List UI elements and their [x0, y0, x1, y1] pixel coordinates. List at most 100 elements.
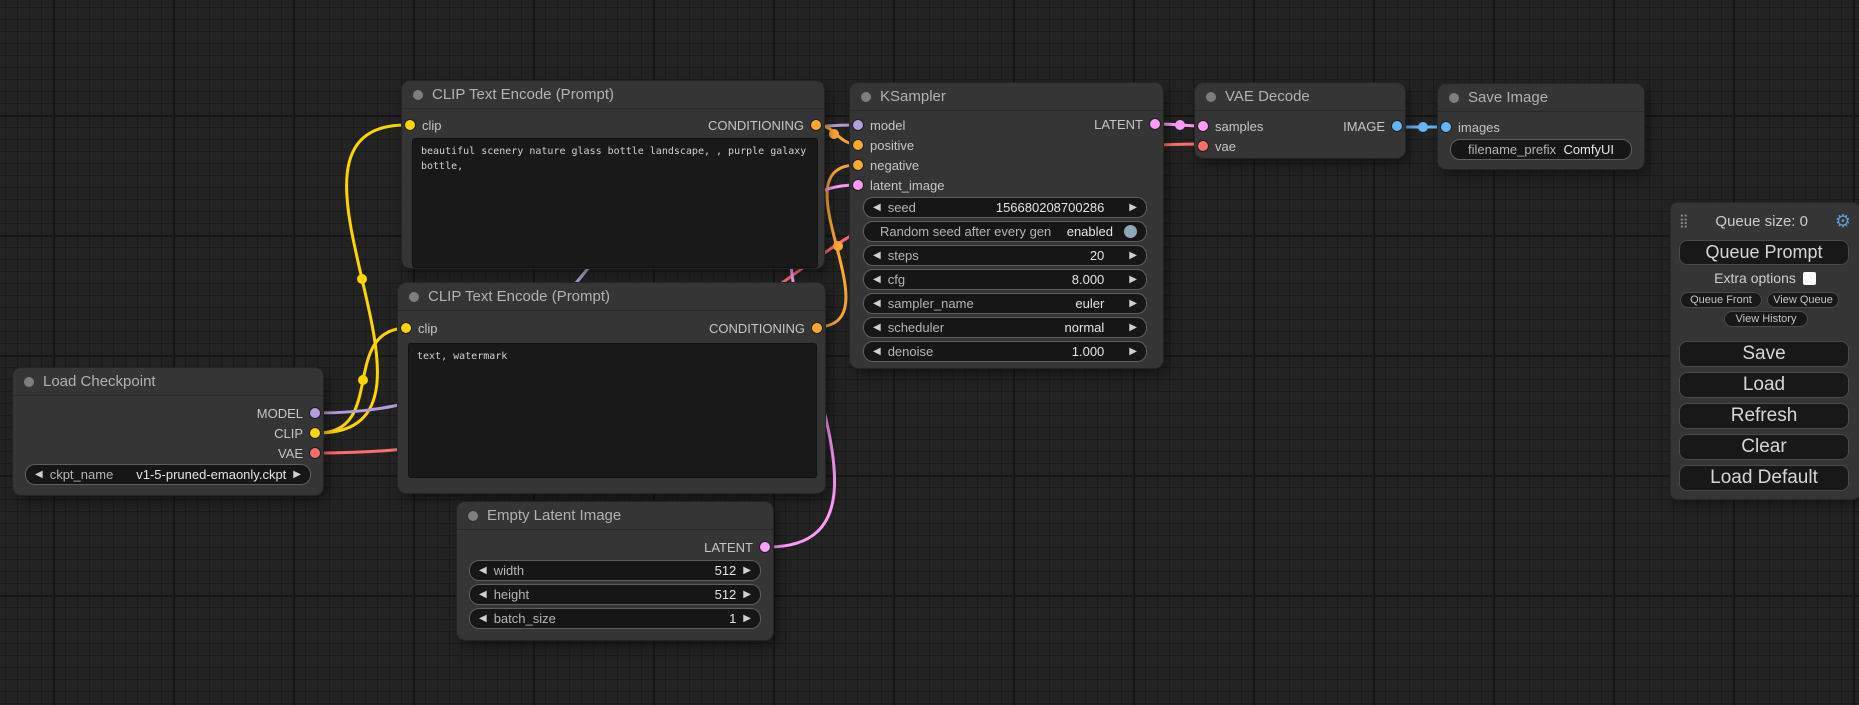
extra-options-checkbox[interactable] [1803, 272, 1816, 285]
node-title-bar[interactable]: CLIP Text Encode (Prompt) [402, 81, 824, 109]
model-port-icon[interactable] [310, 408, 320, 418]
vae-port-icon[interactable] [310, 448, 320, 458]
input-slot-clip[interactable]: clip [401, 318, 438, 338]
prev-arrow-icon[interactable]: ◀ [35, 470, 43, 480]
prev-arrow-icon[interactable]: ◀ [873, 203, 881, 213]
cfg-widget[interactable]: ◀ cfg 8.000 ▶ [863, 269, 1147, 290]
input-slot-negative[interactable]: negative [853, 155, 919, 175]
node-load-checkpoint[interactable]: Load Checkpoint MODEL CLIP VAE ◀ ckpt_na… [13, 368, 323, 495]
clip-port-icon[interactable] [401, 323, 411, 333]
output-slot-vae[interactable]: VAE [278, 443, 320, 463]
next-arrow-icon[interactable]: ▶ [743, 590, 751, 600]
filename-prefix-widget[interactable]: filename_prefix ComfyUI [1450, 139, 1632, 160]
input-slot-latent-image[interactable]: latent_image [853, 175, 944, 195]
next-arrow-icon[interactable]: ▶ [1129, 347, 1137, 357]
input-slot-images[interactable]: images [1441, 117, 1500, 137]
collapse-dot-icon[interactable] [413, 90, 423, 100]
node-title-bar[interactable]: VAE Decode [1195, 83, 1405, 111]
prev-arrow-icon[interactable]: ◀ [873, 275, 881, 285]
output-slot-image[interactable]: IMAGE [1343, 116, 1402, 136]
node-title-bar[interactable]: Load Checkpoint [13, 368, 323, 396]
width-widget[interactable]: ◀ width 512 ▶ [469, 560, 761, 581]
next-arrow-icon[interactable]: ▶ [1129, 275, 1137, 285]
conditioning-port-icon[interactable] [853, 160, 863, 170]
scheduler-widget[interactable]: ◀ scheduler normal ▶ [863, 317, 1147, 338]
conditioning-port-icon[interactable] [812, 323, 822, 333]
collapse-dot-icon[interactable] [861, 92, 871, 102]
node-clip-text-encode-positive[interactable]: CLIP Text Encode (Prompt) clip CONDITION… [402, 81, 824, 268]
output-slot-conditioning[interactable]: CONDITIONING [708, 115, 821, 135]
refresh-button[interactable]: Refresh [1679, 403, 1849, 429]
clip-port-icon[interactable] [405, 120, 415, 130]
prev-arrow-icon[interactable]: ◀ [873, 347, 881, 357]
queue-prompt-button[interactable]: Queue Prompt [1679, 240, 1849, 265]
prev-arrow-icon[interactable]: ◀ [479, 566, 487, 576]
collapse-dot-icon[interactable] [409, 292, 419, 302]
next-arrow-icon[interactable]: ▶ [293, 470, 301, 480]
output-slot-conditioning[interactable]: CONDITIONING [709, 318, 822, 338]
vae-port-icon[interactable] [1198, 141, 1208, 151]
node-canvas[interactable]: Load Checkpoint MODEL CLIP VAE ◀ ckpt_na… [0, 0, 1859, 705]
prev-arrow-icon[interactable]: ◀ [873, 251, 881, 261]
clip-port-icon[interactable] [310, 428, 320, 438]
latent-port-icon[interactable] [853, 180, 863, 190]
node-save-image[interactable]: Save Image images filename_prefix ComfyU… [1438, 84, 1644, 169]
collapse-dot-icon[interactable] [1449, 93, 1459, 103]
next-arrow-icon[interactable]: ▶ [1129, 203, 1137, 213]
next-arrow-icon[interactable]: ▶ [743, 566, 751, 576]
output-slot-clip[interactable]: CLIP [274, 423, 320, 443]
steps-widget[interactable]: ◀ steps 20 ▶ [863, 245, 1147, 266]
conditioning-port-icon[interactable] [811, 120, 821, 130]
save-button[interactable]: Save [1679, 341, 1849, 367]
collapse-dot-icon[interactable] [24, 377, 34, 387]
node-clip-text-encode-negative[interactable]: CLIP Text Encode (Prompt) clip CONDITION… [398, 283, 825, 493]
load-default-button[interactable]: Load Default [1679, 465, 1849, 491]
node-empty-latent-image[interactable]: Empty Latent Image LATENT ◀ width 512 ▶ … [457, 502, 773, 640]
queue-front-button[interactable]: Queue Front [1680, 292, 1762, 308]
prev-arrow-icon[interactable]: ◀ [479, 614, 487, 624]
next-arrow-icon[interactable]: ▶ [1129, 323, 1137, 333]
next-arrow-icon[interactable]: ▶ [1129, 251, 1137, 261]
model-port-icon[interactable] [853, 120, 863, 130]
view-queue-button[interactable]: View Queue [1767, 292, 1839, 308]
input-slot-vae[interactable]: vae [1198, 136, 1236, 156]
negative-prompt-textarea[interactable]: text, watermark [408, 343, 817, 478]
input-slot-model[interactable]: model [853, 115, 905, 135]
output-slot-model[interactable]: MODEL [257, 403, 320, 423]
positive-prompt-textarea[interactable]: beautiful scenery nature glass bottle la… [412, 138, 818, 268]
latent-port-icon[interactable] [760, 542, 770, 552]
sampler-name-widget[interactable]: ◀ sampler_name euler ▶ [863, 293, 1147, 314]
prev-arrow-icon[interactable]: ◀ [873, 299, 881, 309]
input-slot-positive[interactable]: positive [853, 135, 914, 155]
latent-port-icon[interactable] [1198, 121, 1208, 131]
random-seed-widget[interactable]: Random seed after every gen enabled [863, 221, 1147, 242]
collapse-dot-icon[interactable] [1206, 92, 1216, 102]
output-slot-latent[interactable]: LATENT [704, 537, 770, 557]
node-title-bar[interactable]: KSampler [850, 83, 1163, 111]
node-vae-decode[interactable]: VAE Decode samples vae IMAGE [1195, 83, 1405, 158]
input-slot-samples[interactable]: samples [1198, 116, 1263, 136]
image-port-icon[interactable] [1392, 121, 1402, 131]
height-widget[interactable]: ◀ height 512 ▶ [469, 584, 761, 605]
next-arrow-icon[interactable]: ▶ [743, 614, 751, 624]
toggle-enabled-icon[interactable] [1124, 225, 1137, 238]
latent-port-icon[interactable] [1150, 119, 1160, 129]
ckpt-name-widget[interactable]: ◀ ckpt_name v1-5-pruned-emaonly.ckpt ▶ [25, 464, 311, 485]
prev-arrow-icon[interactable]: ◀ [873, 323, 881, 333]
node-title-bar[interactable]: Empty Latent Image [457, 502, 773, 530]
node-title-bar[interactable]: Save Image [1438, 84, 1644, 112]
image-port-icon[interactable] [1441, 122, 1451, 132]
view-history-button[interactable]: View History [1724, 311, 1808, 327]
settings-gear-icon[interactable]: ⚙ [1835, 212, 1851, 230]
load-button[interactable]: Load [1679, 372, 1849, 398]
next-arrow-icon[interactable]: ▶ [1129, 299, 1137, 309]
input-slot-clip[interactable]: clip [405, 115, 442, 135]
collapse-dot-icon[interactable] [468, 511, 478, 521]
conditioning-port-icon[interactable] [853, 140, 863, 150]
batch-size-widget[interactable]: ◀ batch_size 1 ▶ [469, 608, 761, 629]
drag-handle-icon[interactable]: ⣿ [1679, 213, 1689, 229]
node-title-bar[interactable]: CLIP Text Encode (Prompt) [398, 283, 825, 311]
denoise-widget[interactable]: ◀ denoise 1.000 ▶ [863, 341, 1147, 362]
seed-widget[interactable]: ◀ seed 156680208700286 ▶ [863, 197, 1147, 218]
clear-button[interactable]: Clear [1679, 434, 1849, 460]
